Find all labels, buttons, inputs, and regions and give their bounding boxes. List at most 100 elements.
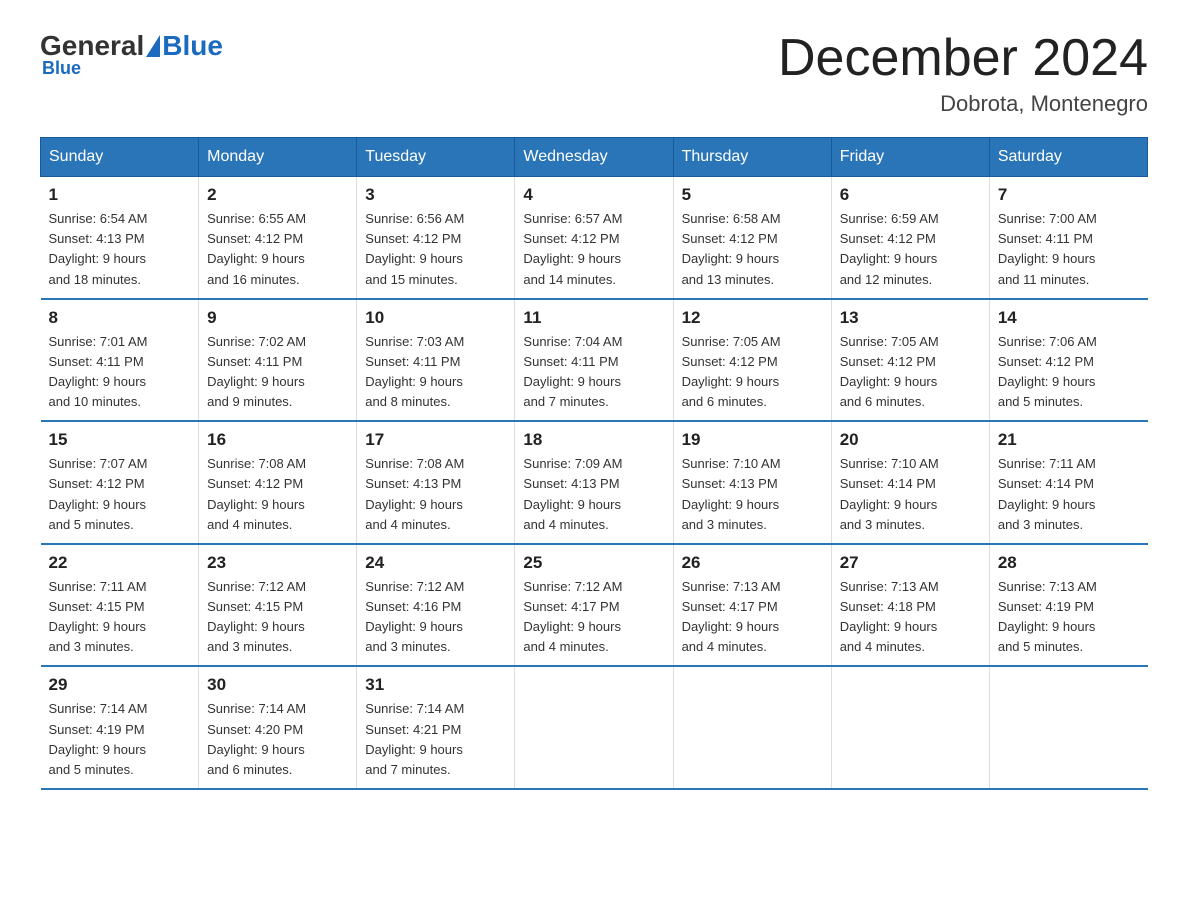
week-row-4: 22 Sunrise: 7:11 AMSunset: 4:15 PMDayligh…: [41, 544, 1148, 667]
location-title: Dobrota, Montenegro: [778, 91, 1148, 117]
day-number: 23: [207, 553, 348, 573]
day-info: Sunrise: 7:09 AMSunset: 4:13 PMDaylight:…: [523, 454, 664, 535]
day-number: 31: [365, 675, 506, 695]
day-info: Sunrise: 6:56 AMSunset: 4:12 PMDaylight:…: [365, 209, 506, 290]
day-number: 14: [998, 308, 1140, 328]
calendar-cell: 25 Sunrise: 7:12 AMSunset: 4:17 PMDayligh…: [515, 544, 673, 667]
calendar-cell: 18 Sunrise: 7:09 AMSunset: 4:13 PMDayligh…: [515, 421, 673, 544]
calendar-cell: 29 Sunrise: 7:14 AMSunset: 4:19 PMDayligh…: [41, 666, 199, 789]
calendar-cell: 10 Sunrise: 7:03 AMSunset: 4:11 PMDayligh…: [357, 299, 515, 422]
week-row-2: 8 Sunrise: 7:01 AMSunset: 4:11 PMDaylight…: [41, 299, 1148, 422]
day-info: Sunrise: 6:58 AMSunset: 4:12 PMDaylight:…: [682, 209, 823, 290]
day-info: Sunrise: 7:06 AMSunset: 4:12 PMDaylight:…: [998, 332, 1140, 413]
calendar-cell: [831, 666, 989, 789]
calendar-cell: 9 Sunrise: 7:02 AMSunset: 4:11 PMDaylight…: [199, 299, 357, 422]
day-info: Sunrise: 7:14 AMSunset: 4:21 PMDaylight:…: [365, 699, 506, 780]
calendar-cell: [673, 666, 831, 789]
day-number: 16: [207, 430, 348, 450]
day-number: 7: [998, 185, 1140, 205]
day-info: Sunrise: 7:02 AMSunset: 4:11 PMDaylight:…: [207, 332, 348, 413]
day-info: Sunrise: 7:14 AMSunset: 4:20 PMDaylight:…: [207, 699, 348, 780]
day-number: 17: [365, 430, 506, 450]
calendar-cell: 27 Sunrise: 7:13 AMSunset: 4:18 PMDayligh…: [831, 544, 989, 667]
calendar-cell: [515, 666, 673, 789]
logo: General Blue Blue: [40, 30, 223, 79]
day-info: Sunrise: 7:14 AMSunset: 4:19 PMDaylight:…: [49, 699, 191, 780]
calendar-cell: 31 Sunrise: 7:14 AMSunset: 4:21 PMDayligh…: [357, 666, 515, 789]
header-saturday: Saturday: [989, 138, 1147, 177]
calendar-cell: 23 Sunrise: 7:12 AMSunset: 4:15 PMDayligh…: [199, 544, 357, 667]
logo-underline: Blue: [40, 58, 223, 79]
day-number: 20: [840, 430, 981, 450]
calendar-cell: [989, 666, 1147, 789]
calendar-cell: 19Sunrise: 7:10 AMSunset: 4:13 PMDayligh…: [673, 421, 831, 544]
day-info: Sunrise: 7:10 AMSunset: 4:14 PMDaylight:…: [840, 454, 981, 535]
day-info: Sunrise: 7:11 AMSunset: 4:15 PMDaylight:…: [49, 577, 191, 658]
calendar-cell: 12Sunrise: 7:05 AMSunset: 4:12 PMDayligh…: [673, 299, 831, 422]
day-number: 8: [49, 308, 191, 328]
day-info: Sunrise: 7:04 AMSunset: 4:11 PMDaylight:…: [523, 332, 664, 413]
calendar-cell: 7Sunrise: 7:00 AMSunset: 4:11 PMDaylight…: [989, 177, 1147, 299]
calendar-cell: 4 Sunrise: 6:57 AMSunset: 4:12 PMDaylight…: [515, 177, 673, 299]
calendar-cell: 5 Sunrise: 6:58 AMSunset: 4:12 PMDaylight…: [673, 177, 831, 299]
page-header: General Blue Blue December 2024 Dobrota,…: [40, 30, 1148, 117]
calendar-table: SundayMondayTuesdayWednesdayThursdayFrid…: [40, 137, 1148, 790]
day-info: Sunrise: 6:59 AMSunset: 4:12 PMDaylight:…: [840, 209, 981, 290]
day-info: Sunrise: 7:12 AMSunset: 4:17 PMDaylight:…: [523, 577, 664, 658]
calendar-cell: 14 Sunrise: 7:06 AMSunset: 4:12 PMDayligh…: [989, 299, 1147, 422]
day-number: 24: [365, 553, 506, 573]
calendar-cell: 16Sunrise: 7:08 AMSunset: 4:12 PMDayligh…: [199, 421, 357, 544]
day-number: 5: [682, 185, 823, 205]
day-info: Sunrise: 7:13 AMSunset: 4:19 PMDaylight:…: [998, 577, 1140, 658]
day-number: 2: [207, 185, 348, 205]
day-number: 19: [682, 430, 823, 450]
calendar-cell: 3Sunrise: 6:56 AMSunset: 4:12 PMDaylight…: [357, 177, 515, 299]
day-info: Sunrise: 6:57 AMSunset: 4:12 PMDaylight:…: [523, 209, 664, 290]
day-number: 21: [998, 430, 1140, 450]
header-thursday: Thursday: [673, 138, 831, 177]
day-info: Sunrise: 7:13 AMSunset: 4:18 PMDaylight:…: [840, 577, 981, 658]
calendar-cell: 24Sunrise: 7:12 AMSunset: 4:16 PMDayligh…: [357, 544, 515, 667]
day-number: 30: [207, 675, 348, 695]
week-row-5: 29 Sunrise: 7:14 AMSunset: 4:19 PMDayligh…: [41, 666, 1148, 789]
header-wednesday: Wednesday: [515, 138, 673, 177]
day-info: Sunrise: 7:13 AMSunset: 4:17 PMDaylight:…: [682, 577, 823, 658]
day-info: Sunrise: 7:11 AMSunset: 4:14 PMDaylight:…: [998, 454, 1140, 535]
calendar-cell: 20 Sunrise: 7:10 AMSunset: 4:14 PMDayligh…: [831, 421, 989, 544]
day-info: Sunrise: 7:12 AMSunset: 4:15 PMDaylight:…: [207, 577, 348, 658]
calendar-cell: 1Sunrise: 6:54 AMSunset: 4:13 PMDaylight…: [41, 177, 199, 299]
calendar-cell: 13Sunrise: 7:05 AMSunset: 4:12 PMDayligh…: [831, 299, 989, 422]
calendar-cell: 15Sunrise: 7:07 AMSunset: 4:12 PMDayligh…: [41, 421, 199, 544]
month-title: December 2024: [778, 30, 1148, 87]
calendar-cell: 2Sunrise: 6:55 AMSunset: 4:12 PMDaylight…: [199, 177, 357, 299]
week-row-3: 15Sunrise: 7:07 AMSunset: 4:12 PMDayligh…: [41, 421, 1148, 544]
day-number: 13: [840, 308, 981, 328]
day-number: 10: [365, 308, 506, 328]
calendar-cell: 28 Sunrise: 7:13 AMSunset: 4:19 PMDayligh…: [989, 544, 1147, 667]
day-info: Sunrise: 7:08 AMSunset: 4:13 PMDaylight:…: [365, 454, 506, 535]
day-info: Sunrise: 7:05 AMSunset: 4:12 PMDaylight:…: [682, 332, 823, 413]
day-number: 29: [49, 675, 191, 695]
header-tuesday: Tuesday: [357, 138, 515, 177]
day-number: 6: [840, 185, 981, 205]
day-number: 11: [523, 308, 664, 328]
header-friday: Friday: [831, 138, 989, 177]
header-monday: Monday: [199, 138, 357, 177]
day-number: 27: [840, 553, 981, 573]
calendar-cell: 17 Sunrise: 7:08 AMSunset: 4:13 PMDayligh…: [357, 421, 515, 544]
title-area: December 2024 Dobrota, Montenegro: [778, 30, 1148, 117]
calendar-cell: 26 Sunrise: 7:13 AMSunset: 4:17 PMDayligh…: [673, 544, 831, 667]
calendar-cell: 21 Sunrise: 7:11 AMSunset: 4:14 PMDayligh…: [989, 421, 1147, 544]
day-info: Sunrise: 7:07 AMSunset: 4:12 PMDaylight:…: [49, 454, 191, 535]
day-number: 28: [998, 553, 1140, 573]
day-number: 26: [682, 553, 823, 573]
day-number: 9: [207, 308, 348, 328]
day-number: 18: [523, 430, 664, 450]
day-number: 4: [523, 185, 664, 205]
day-number: 25: [523, 553, 664, 573]
day-info: Sunrise: 7:01 AMSunset: 4:11 PMDaylight:…: [49, 332, 191, 413]
day-info: Sunrise: 7:03 AMSunset: 4:11 PMDaylight:…: [365, 332, 506, 413]
day-info: Sunrise: 6:54 AMSunset: 4:13 PMDaylight:…: [49, 209, 191, 290]
day-number: 22: [49, 553, 191, 573]
header-sunday: Sunday: [41, 138, 199, 177]
